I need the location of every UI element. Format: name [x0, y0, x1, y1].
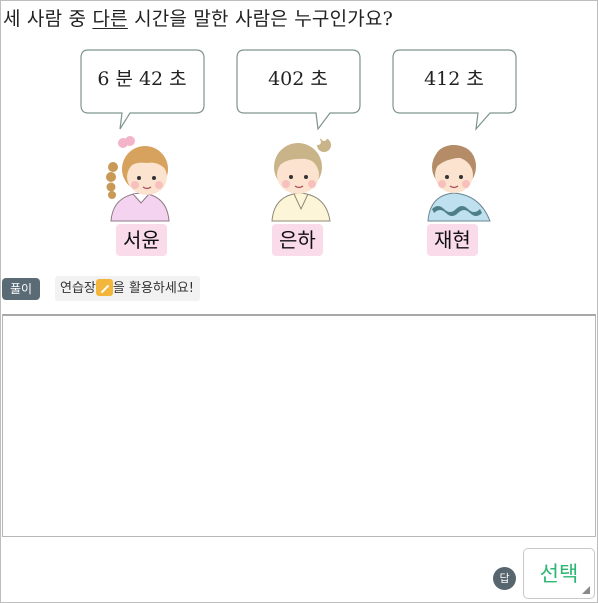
name-tag-jaehyeon: 재현 [427, 224, 478, 256]
speech-bubble-eunha: 402 초 [236, 49, 361, 131]
name-tag-seoyun: 서윤 [116, 224, 167, 256]
girl-seoyun-illustration [103, 133, 187, 222]
speech-bubble-seoyun: 6 분 42 초 [80, 49, 205, 130]
name-tag-eunha: 은하 [272, 224, 323, 256]
scratchpad-icon[interactable] [95, 279, 113, 296]
scratchpad-hint: 연습장 을 활용하세요! [55, 276, 200, 301]
question-text: 세 사람 중 다른 시간을 말한 사람은 누구인가요? [3, 8, 394, 30]
resize-corner-icon [582, 586, 590, 594]
speech-bubble-jaehyeon: 412 초 [392, 49, 517, 131]
solution-input-area[interactable] [2, 314, 596, 537]
answer-select-button[interactable]: 선택 [523, 548, 595, 599]
answer-badge: 답 [493, 567, 516, 590]
underlined-word: 다른 [92, 8, 128, 30]
boy-jaehyeon-illustration [414, 133, 498, 222]
solution-badge: 풀이 [2, 278, 40, 300]
girl-eunha-illustration [262, 133, 346, 222]
